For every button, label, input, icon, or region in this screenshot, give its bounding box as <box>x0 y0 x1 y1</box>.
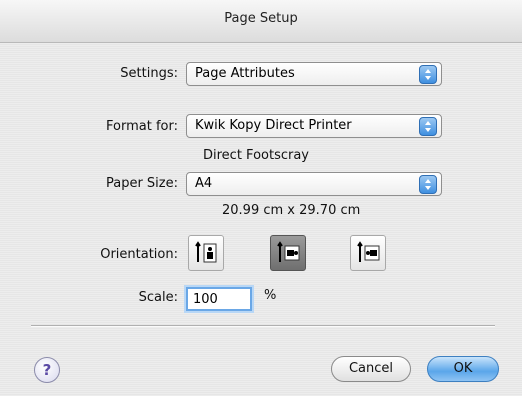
paper-size-label: Paper Size: <box>105 176 178 191</box>
format-for-label: Format for: <box>106 119 178 134</box>
paper-dimensions: 20.99 cm x 29.70 cm <box>222 203 361 218</box>
page-setup-dialog: Page Setup Settings: Page Attributes For… <box>0 0 522 396</box>
orientation-label: Orientation: <box>100 247 178 262</box>
title-bar[interactable]: Page Setup <box>0 0 522 43</box>
format-for-value: Kwik Kopy Direct Printer <box>195 118 352 133</box>
scale-input[interactable] <box>186 287 252 311</box>
printer-description: Direct Footscray <box>203 148 309 163</box>
popup-arrows-icon <box>419 65 437 84</box>
settings-value: Page Attributes <box>195 66 295 81</box>
cancel-button[interactable]: Cancel <box>331 356 411 382</box>
paper-size-popup[interactable]: A4 <box>186 172 442 196</box>
divider <box>31 325 495 327</box>
help-icon: ? <box>42 361 52 379</box>
orientation-portrait-button[interactable] <box>188 235 224 271</box>
orientation-landscape-right-button[interactable] <box>350 235 386 271</box>
portrait-orientation-icon <box>195 241 217 263</box>
paper-size-value: A4 <box>195 176 213 191</box>
settings-popup[interactable]: Page Attributes <box>186 62 442 86</box>
settings-label: Settings: <box>120 66 178 81</box>
landscape-left-orientation-icon <box>277 241 300 262</box>
landscape-right-orientation-icon <box>357 241 380 262</box>
popup-arrows-icon <box>419 175 437 194</box>
ok-button[interactable]: OK <box>427 356 499 382</box>
help-button[interactable]: ? <box>34 357 60 383</box>
window-title: Page Setup <box>224 11 298 26</box>
scale-label: Scale: <box>138 290 178 305</box>
popup-arrows-icon <box>419 117 437 136</box>
scale-unit: % <box>264 288 277 303</box>
format-for-popup[interactable]: Kwik Kopy Direct Printer <box>186 114 442 138</box>
orientation-landscape-left-button[interactable] <box>270 235 306 271</box>
